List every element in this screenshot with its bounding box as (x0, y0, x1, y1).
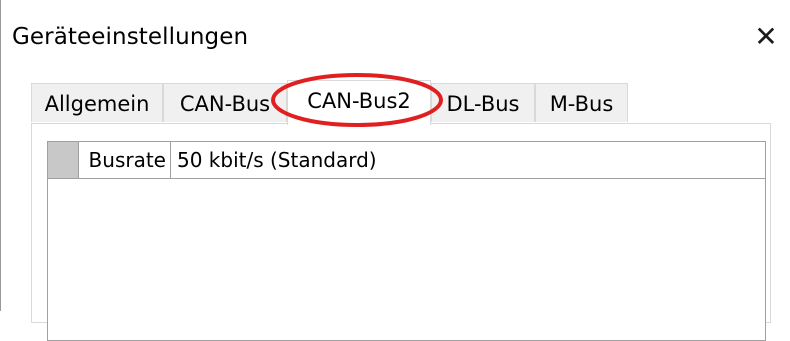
close-icon[interactable]: ✕ (749, 20, 783, 54)
property-value[interactable]: 50 kbit/s (Standard) (172, 142, 765, 178)
property-row-busrate[interactable]: Busrate 50 kbit/s (Standard) (48, 142, 765, 179)
tab-dl-bus[interactable]: DL-Bus (431, 83, 535, 122)
tab-strip: Allgemein CAN-Bus CAN-Bus2 DL-Bus M-Bus (31, 80, 771, 125)
device-settings-dialog: Geräteeinstellungen ✕ Allgemein CAN-Bus … (0, 0, 790, 341)
dialog-title: Geräteeinstellungen (12, 24, 249, 50)
tab-can-bus[interactable]: CAN-Bus (163, 83, 287, 122)
tab-content-panel: Busrate 50 kbit/s (Standard) (31, 123, 771, 341)
row-header[interactable] (48, 142, 79, 178)
tab-m-bus[interactable]: M-Bus (535, 83, 628, 122)
tab-can-bus2[interactable]: CAN-Bus2 (287, 80, 431, 125)
property-name: Busrate (79, 142, 171, 178)
tab-allgemein[interactable]: Allgemein (31, 83, 163, 122)
property-grid: Busrate 50 kbit/s (Standard) (47, 141, 766, 341)
title-bar: Geräteeinstellungen ✕ (1, 0, 790, 78)
